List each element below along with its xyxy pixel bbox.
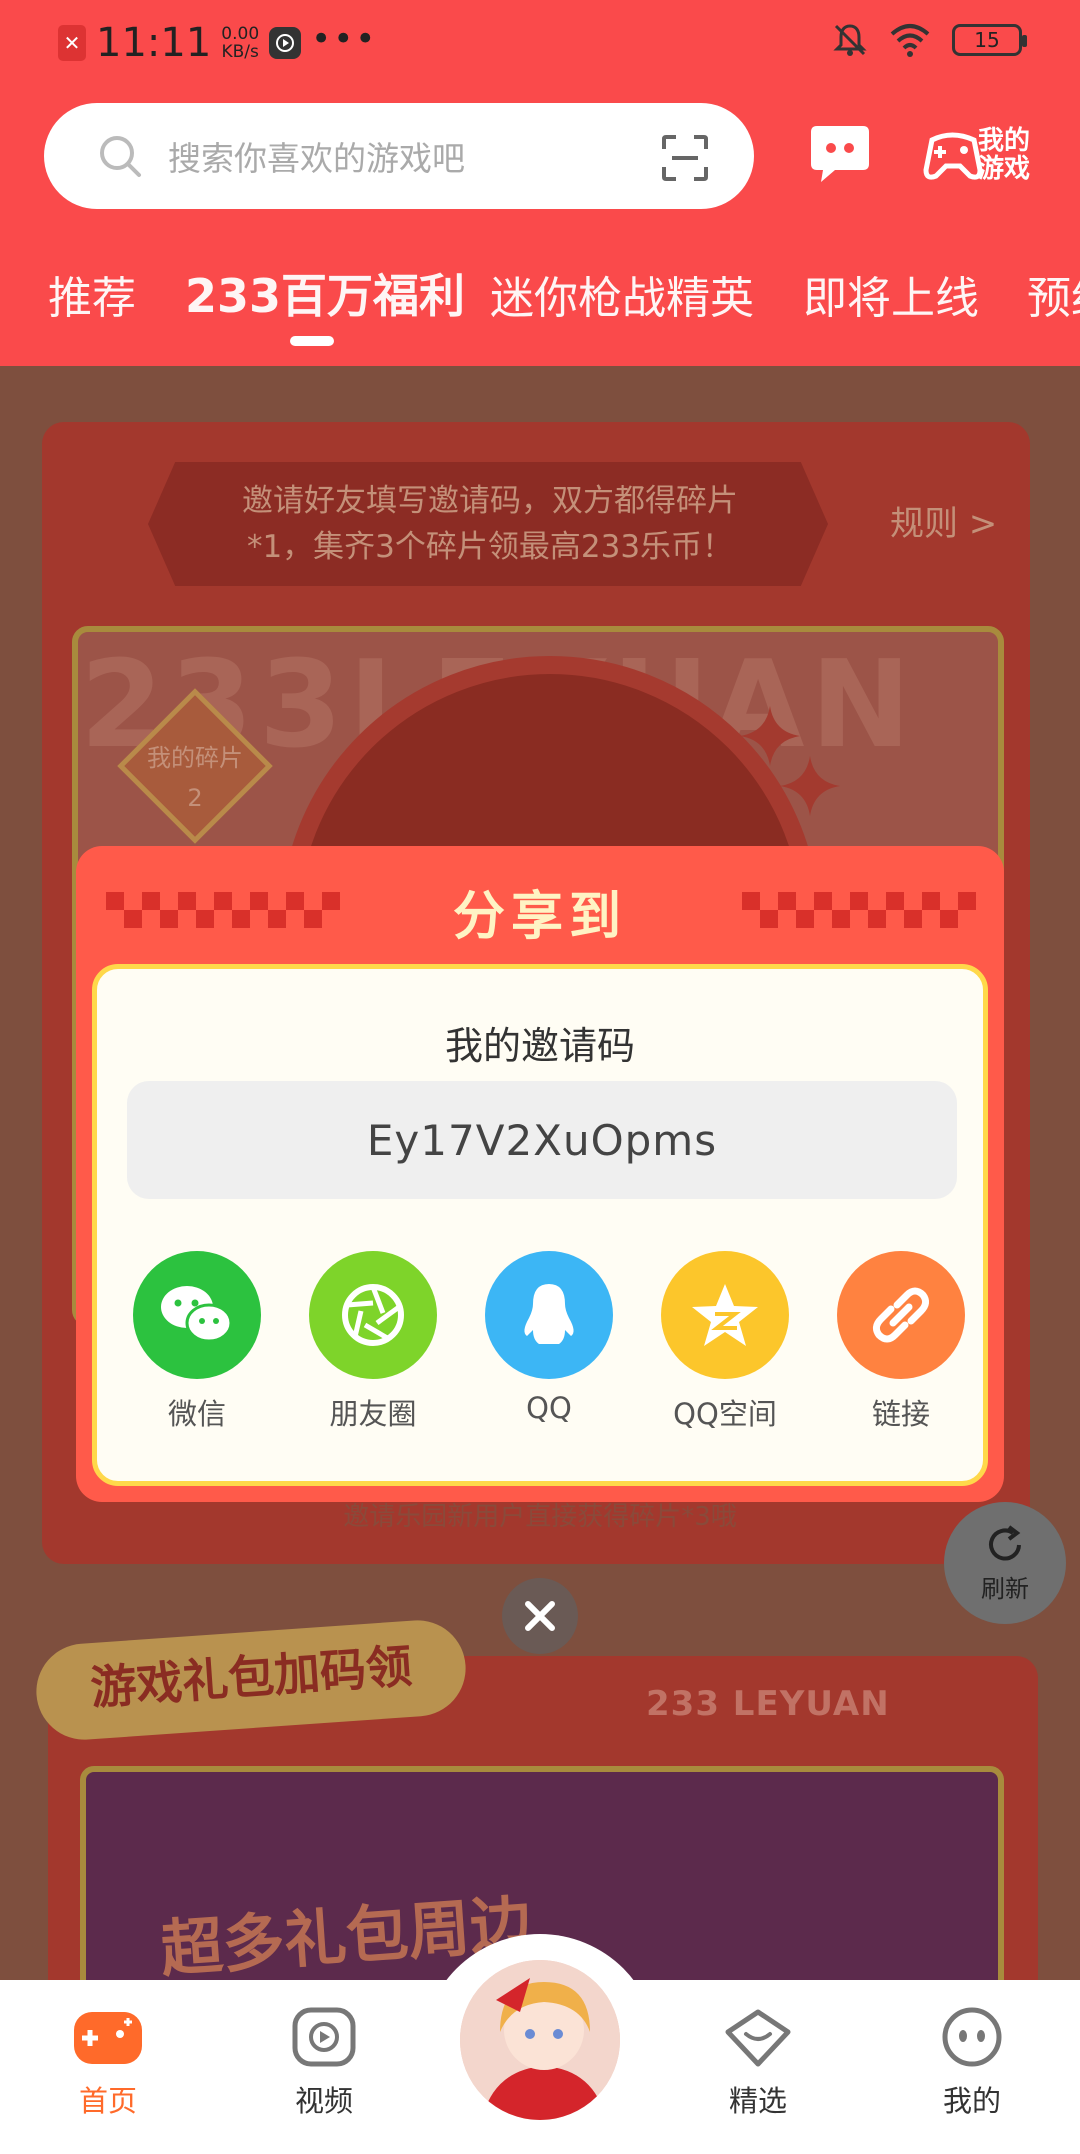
- profile-icon: [942, 2007, 1002, 2067]
- top-header: ✕ 11:11 0.00 KB/s ••• 15 搜索你喜欢的游戏吧 我的 游戏…: [0, 0, 1080, 366]
- share-dialog-body: 我的邀请码 Ey17V2XuOpms 微信 朋友圈 QQ QQ空间 链接: [92, 964, 988, 1486]
- more-notifications-icon: •••: [311, 19, 378, 59]
- message-icon[interactable]: [805, 118, 875, 188]
- my-fragments-count: 2: [187, 784, 203, 812]
- status-left: ✕ 11:11 0.00 KB/s •••: [58, 19, 378, 66]
- share-wechat-button[interactable]: 微信: [117, 1251, 277, 1433]
- nav-home[interactable]: 首页: [38, 2006, 178, 2120]
- my-fragments: 我的碎片 2: [135, 738, 255, 818]
- rule-text-line2: *1，集齐3个碎片领最高233乐币！: [246, 529, 734, 565]
- mute-bell-icon: [833, 24, 867, 56]
- invite-code-box[interactable]: Ey17V2XuOpms: [127, 1081, 957, 1199]
- tab-mini-gunfight[interactable]: 迷你枪战精英: [490, 262, 754, 326]
- status-right: 15: [832, 22, 1027, 58]
- screen-record-icon: [269, 27, 302, 59]
- share-qq-button[interactable]: QQ: [469, 1251, 629, 1425]
- share-link-button[interactable]: 链接: [821, 1251, 981, 1433]
- refresh-icon: [989, 1524, 1021, 1560]
- game-controller-icon: [923, 132, 983, 180]
- network-speed: 0.00 KB/s: [221, 25, 259, 61]
- battery-icon: 15: [952, 24, 1027, 56]
- refresh-label: 刷新: [981, 1574, 1029, 1603]
- rule-text: 邀请好友填写邀请码，双方都得碎片 *1，集齐3个碎片领最高233乐币！: [200, 478, 780, 570]
- nav-featured-label: 精选: [728, 2084, 787, 2118]
- category-tabs: 推荐 233百万福利 迷你枪战精英 即将上线 预约: [0, 262, 1080, 342]
- invite-code-heading: 我的邀请码: [444, 1024, 635, 1068]
- share-qzone-label: QQ空间: [673, 1397, 777, 1431]
- sparkle-icon: [740, 706, 840, 816]
- status-time: 11:11: [96, 20, 212, 66]
- share-dialog: 分享到 我的邀请码 Ey17V2XuOpms 微信 朋友圈 QQ QQ空间 链接: [76, 846, 1004, 1502]
- share-wechat-label: 微信: [167, 1397, 226, 1431]
- nav-profile[interactable]: 我的: [902, 2006, 1042, 2120]
- featured-icon: [725, 2009, 791, 2067]
- qq-icon: [485, 1251, 613, 1379]
- qzone-icon: [661, 1251, 789, 1379]
- my-games-button[interactable]: 我的 游戏: [922, 120, 1044, 190]
- video-icon: [292, 2007, 356, 2067]
- speed-unit: KB/s: [221, 42, 259, 62]
- close-icon: [525, 1601, 555, 1631]
- wechat-icon: [133, 1251, 261, 1379]
- active-tab-indicator: [290, 336, 334, 346]
- tab-recommend[interactable]: 推荐: [48, 262, 136, 326]
- tab-coming-soon[interactable]: 即将上线: [803, 262, 979, 326]
- nav-video-label: 视频: [294, 2084, 353, 2118]
- avatar[interactable]: [456, 1956, 624, 2124]
- tab-233-welfare[interactable]: 233百万福利: [185, 262, 465, 326]
- nav-video[interactable]: 视频: [254, 2006, 394, 2120]
- nav-featured[interactable]: 精选: [688, 2006, 828, 2120]
- share-link-label: 链接: [871, 1397, 930, 1431]
- gift-leyuan-label: 233 LEYUAN: [646, 1684, 890, 1724]
- nav-home-label: 首页: [78, 2084, 137, 2118]
- share-qzone-button[interactable]: QQ空间: [645, 1251, 805, 1433]
- gamepad-icon: [74, 2012, 142, 2064]
- share-moments-button[interactable]: 朋友圈: [293, 1251, 453, 1433]
- search-placeholder: 搜索你喜欢的游戏吧: [168, 139, 465, 178]
- close-dialog-button[interactable]: [502, 1578, 578, 1654]
- sim-icon: ✕: [58, 25, 86, 61]
- battery-level: 15: [974, 28, 1000, 52]
- nav-profile-label: 我的: [942, 2084, 1001, 2118]
- speed-value: 0.00: [221, 24, 260, 44]
- search-bar[interactable]: 搜索你喜欢的游戏吧: [44, 103, 754, 209]
- scan-icon[interactable]: [660, 133, 710, 183]
- rules-link[interactable]: 规则 >: [890, 496, 997, 545]
- link-icon: [837, 1251, 965, 1379]
- rule-text-line1: 邀请好友填写邀请码，双方都得碎片: [242, 483, 738, 519]
- wifi-icon: [890, 24, 930, 57]
- status-bar: ✕ 11:11 0.00 KB/s ••• 15: [0, 0, 1080, 90]
- refresh-button[interactable]: 刷新: [944, 1502, 1066, 1624]
- share-moments-label: 朋友圈: [329, 1397, 417, 1431]
- my-fragments-label: 我的碎片: [147, 744, 243, 772]
- my-games-label: 我的 游戏: [978, 126, 1031, 184]
- tab-reservation[interactable]: 预约: [1027, 262, 1080, 326]
- moments-icon: [309, 1251, 437, 1379]
- search-icon: [100, 136, 141, 177]
- checker-decoration-right: [742, 892, 976, 928]
- share-qq-label: QQ: [526, 1391, 572, 1425]
